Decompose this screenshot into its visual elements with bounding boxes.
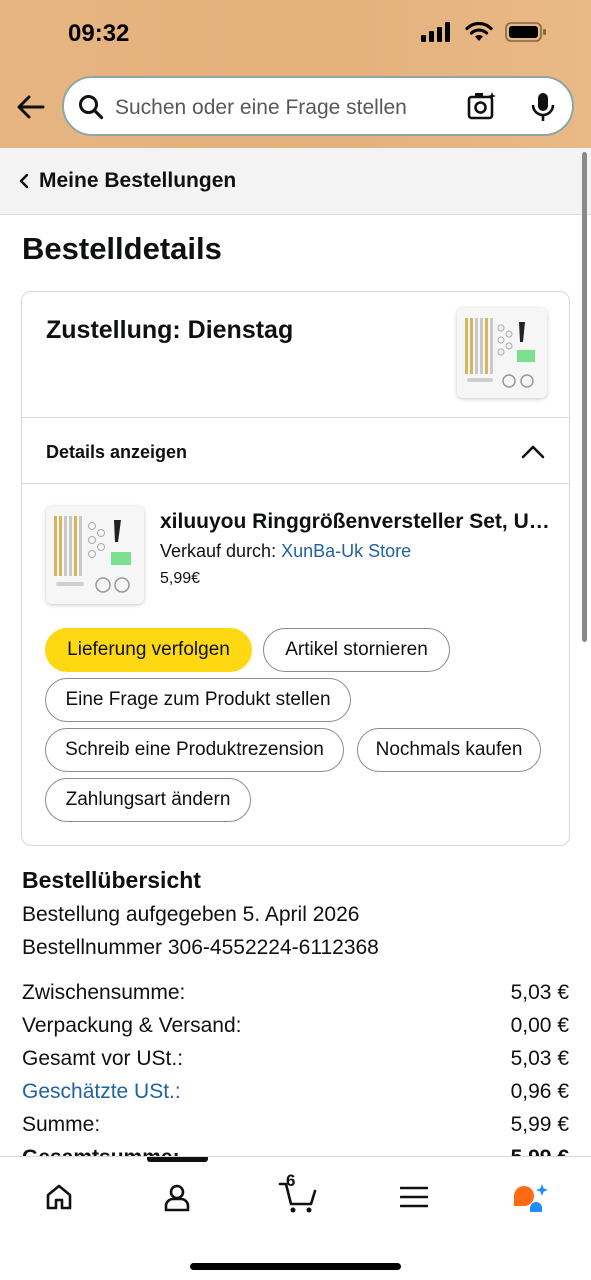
ask-question-button[interactable]: Eine Frage zum Produkt stellen [45, 678, 351, 722]
seller-link[interactable]: XunBa-Uk Store [281, 541, 411, 561]
tab-account[interactable] [155, 1177, 199, 1217]
summary-label: Zwischensumme: [22, 981, 186, 1004]
cart-icon [278, 1182, 317, 1213]
home-indicator [190, 1263, 401, 1270]
tab-menu[interactable] [392, 1177, 436, 1217]
product-image [457, 308, 547, 398]
summary-value: 5,03 € [510, 1047, 569, 1070]
product-thumbnail-large[interactable] [457, 308, 547, 398]
buy-again-button[interactable]: Nochmals kaufen [357, 728, 541, 772]
divider [22, 417, 569, 418]
search-input[interactable]: Suchen oder eine Frage stellen [115, 96, 407, 120]
active-tab-indicator [147, 1157, 208, 1162]
product-title-link[interactable]: xiluuyou Ringgrößenversteller Set, Unsic… [160, 510, 550, 534]
tab-cart[interactable]: 6 [272, 1171, 324, 1217]
hamburger-menu-icon [400, 1186, 428, 1208]
summary-value: 0,96 € [510, 1080, 569, 1103]
chevron-up-icon[interactable] [521, 442, 545, 462]
page-title: Bestelldetails [22, 231, 222, 266]
order-number: Bestellnummer 306-4552224-6112368 [22, 936, 379, 959]
item-price: 5,99€ [160, 570, 201, 587]
user-icon [164, 1184, 190, 1212]
order-placed-date: Bestellung aufgegeben 5. April 2026 [22, 903, 360, 926]
back-arrow-icon[interactable] [14, 90, 48, 124]
status-time: 09:32 [68, 20, 130, 47]
summary-value: 5,03 € [510, 981, 569, 1004]
tab-rufus-assistant[interactable] [508, 1177, 552, 1217]
summary-value: 0,00 € [510, 1014, 569, 1037]
camera-search-icon[interactable] [466, 90, 498, 122]
back-to-orders-nav[interactable]: Meine Bestellungen [0, 148, 591, 215]
home-icon [46, 1184, 72, 1210]
back-to-orders-link[interactable]: Meine Bestellungen [39, 169, 236, 193]
seller-prefix: Verkauf durch: [160, 541, 282, 561]
scrollbar[interactable] [582, 152, 587, 642]
change-payment-button[interactable]: Zahlungsart ändern [45, 778, 251, 822]
details-toggle[interactable]: Details anzeigen [46, 442, 187, 463]
battery-icon [505, 22, 546, 42]
rufus-assistant-icon [514, 1184, 548, 1212]
bottom-tab-bar: 6 [0, 1156, 591, 1280]
write-review-button[interactable]: Schreib eine Produktrezension [45, 728, 344, 772]
track-package-button[interactable]: Lieferung verfolgen [45, 628, 252, 672]
signal-icon [421, 22, 450, 42]
summary-label: Verpackung & Versand: [22, 1014, 242, 1037]
status-icons [421, 22, 547, 42]
order-summary-title: Bestellübersicht [22, 867, 201, 893]
product-image [46, 506, 144, 604]
shipment-card: Zustellung: Dienstag Details anzeigen xi… [21, 291, 570, 846]
cancel-item-button[interactable]: Artikel stornieren [263, 628, 450, 672]
chevron-left-icon [19, 173, 29, 189]
summary-label: Gesamt vor USt.: [22, 1047, 184, 1070]
app-header: 09:32 Suchen oder eine Frage stellen [0, 0, 591, 148]
tab-home[interactable] [37, 1177, 81, 1217]
microphone-icon[interactable] [530, 91, 556, 123]
search-icon [79, 95, 104, 120]
summary-label: Summe: [22, 1113, 101, 1136]
seller-info: Verkauf durch: XunBa-Uk Store [160, 541, 411, 562]
estimated-tax-link[interactable]: Geschätzte USt.: [22, 1080, 181, 1104]
delivery-heading: Zustellung: Dienstag [46, 316, 294, 344]
divider [22, 483, 569, 484]
product-thumbnail[interactable] [46, 506, 144, 604]
cart-count-badge: 6 [286, 1171, 296, 1190]
wifi-icon [465, 22, 493, 41]
summary-value: 5,99 € [510, 1113, 569, 1136]
search-bar[interactable]: Suchen oder eine Frage stellen [62, 76, 574, 136]
